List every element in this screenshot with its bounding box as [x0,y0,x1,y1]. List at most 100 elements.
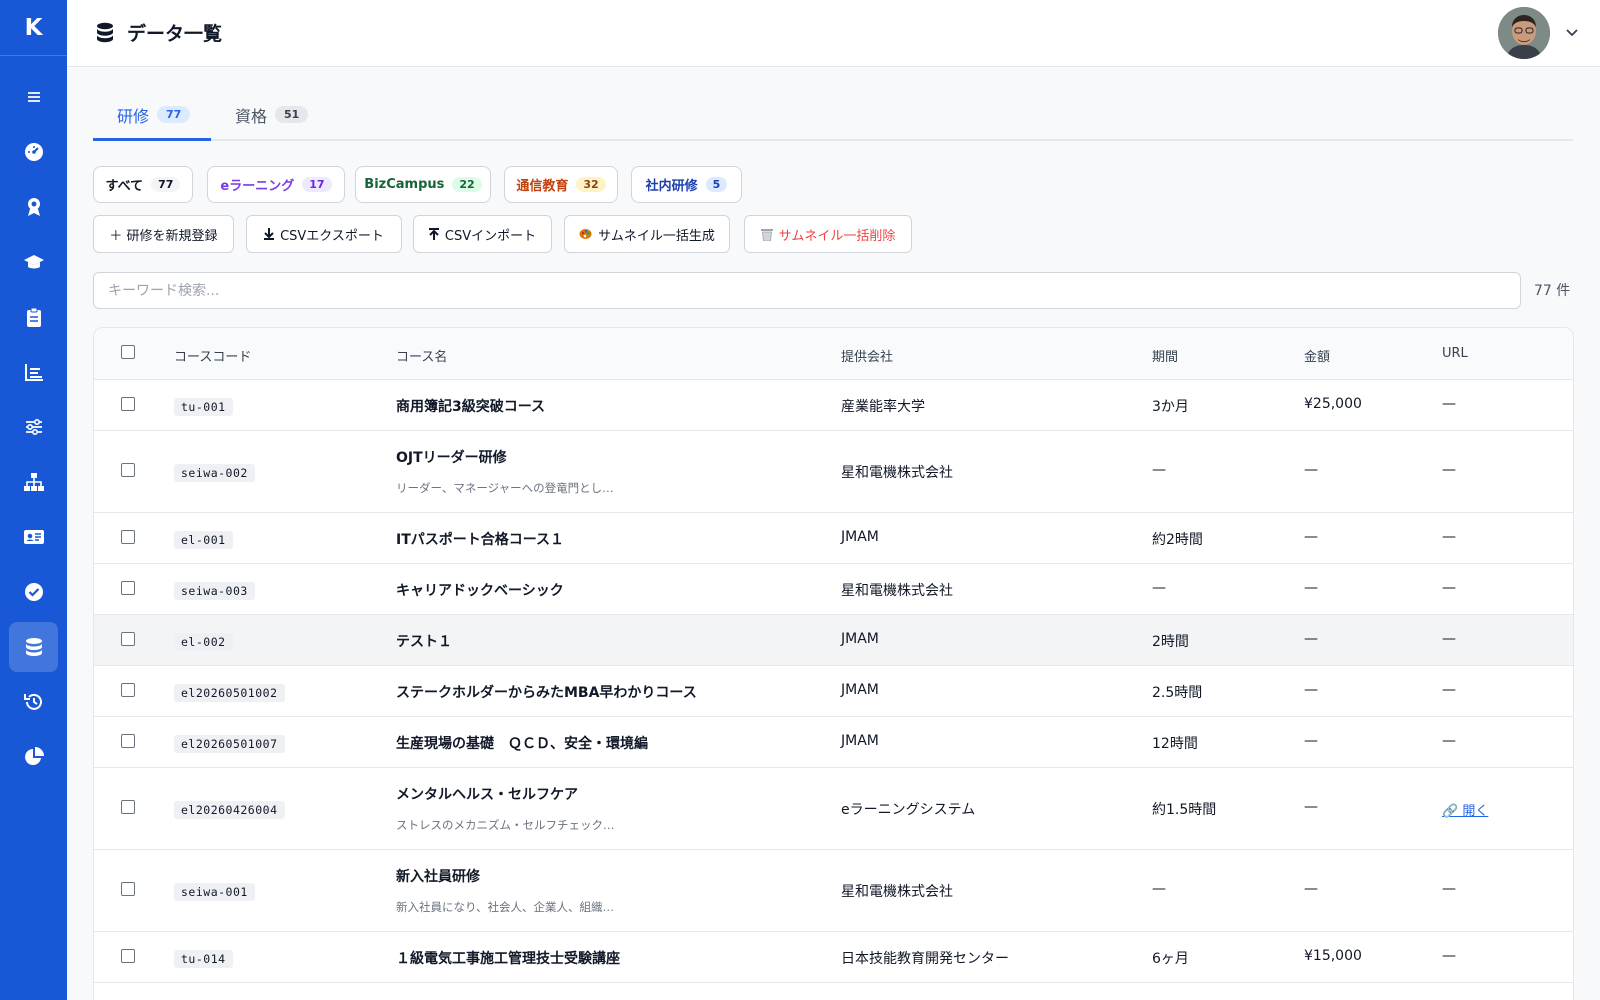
row-checkbox[interactable] [121,463,135,477]
table-row[interactable]: el20260501002 ステークホルダーからみたMBA早わかりコース JMAM 2… [94,666,1573,717]
row-checkbox[interactable] [121,882,135,896]
row-checkbox[interactable] [121,580,135,595]
table-row[interactable]: seiwa-002 OJTリーダー研修 リーダー、マネージャーへの登竜門とし… 星和電… [94,431,1573,513]
csv-import-button[interactable]: CSVインポート [413,215,552,253]
filter-label: 通信教育 [516,179,569,194]
course-name: メンタルヘルス・セルフケア [396,787,578,803]
sidebar-item-database[interactable] [9,622,58,672]
provider-company: JMAM [841,732,879,749]
button-label: サムネイル一括削除 [778,228,896,244]
table-row[interactable]: el-002 テスト１ JMAM 2時間 — — [94,615,1573,666]
filter-inhouse[interactable]: 社内研修 5 [631,166,742,203]
url: — [1442,395,1456,412]
row-checkbox[interactable] [121,631,135,646]
chevron-down-icon[interactable] [1565,25,1579,39]
provider-company: 星和電機株式会社 [841,582,953,599]
database-icon [97,22,113,43]
course-code: el-002 [174,632,233,651]
period: 約1.5時間 [1152,802,1217,818]
course-code: el20260501007 [174,734,285,753]
menu-icon [27,92,40,102]
palette-icon [579,228,592,240]
table-row[interactable]: el20260501007 生産現場の基礎 ＱＣＤ、安全・環境編 JMAM 12時間 —… [94,717,1573,768]
period: 6ヶ月 [1152,950,1189,967]
search-input[interactable] [93,272,1521,309]
main-content: 研修 77 資格 51 すべて 77 eラーニング 17 BizCampus 2… [67,67,1600,1000]
course-name: テスト１ [396,633,452,650]
price: — [1304,732,1318,749]
provider-company: eラーニングシステム [841,802,976,818]
filter-label: すべて [105,179,144,194]
dashboard-icon [24,143,43,161]
table-row[interactable]: el-001 ITパスポート合格コース１ JMAM 約2時間 — — [94,513,1573,564]
table-row[interactable]: seiwa-001 新入社員研修 新入社員になり、社会人、企業人、組織… 星和電機株式… [94,850,1573,932]
app-logo[interactable]: K [0,0,67,56]
sidebar-item-menu[interactable] [9,72,58,122]
filter-count: 22 [452,177,482,192]
filter-bizcampus[interactable]: BizCampus 22 [355,166,491,203]
filter-correspondence[interactable]: 通信教育 32 [504,166,618,203]
add-course-button[interactable]: ＋ 研修を新規登録 [93,215,234,253]
column-header-price[interactable]: 金額 [1304,346,1330,365]
filter-elearning[interactable]: eラーニング 17 [207,166,345,203]
price: — [1304,462,1318,478]
result-count: 77 件 [1534,283,1571,299]
table-row[interactable]: el20260426004 メンタルヘルス・セルフケア ストレスのメカニズム・セルフ… [94,768,1573,850]
row-checkbox[interactable] [121,800,135,814]
provider-company: 産業能率大学 [841,398,925,415]
csv-export-button[interactable]: CSVエクスポート [246,215,402,253]
course-name: ITパスポート合格コース１ [396,531,565,548]
check-circle-icon [24,583,43,601]
course-description: 新入社員になり、社会人、企業人、組織… [396,900,615,914]
table-row[interactable]: tu-014 １級電気工事施工管理技士受験講座 日本技能教育開発センター 6ヶ月 ¥15… [94,932,1573,983]
sidebar-item-clipboard[interactable] [9,292,58,342]
sidebar-item-pie-chart[interactable] [9,732,58,782]
sidebar-item-id-card[interactable] [9,512,58,562]
column-header-url[interactable]: URL [1442,346,1468,361]
column-header-code[interactable]: コースコード [174,346,251,365]
sidebar-item-sliders[interactable] [9,402,58,452]
row-checkbox[interactable] [121,733,135,748]
period: 2.5時間 [1152,684,1203,701]
url: — [1442,462,1456,478]
delete-thumbnails-button[interactable]: サムネイル一括削除 [744,215,912,253]
url: — [1442,579,1456,596]
price: — [1304,799,1318,815]
filter-count: 5 [705,177,728,192]
sidebar: K [0,0,67,1000]
course-code: seiwa-001 [174,883,255,901]
open-url-link[interactable]: 🔗 開く [1442,800,1488,819]
avatar[interactable] [1498,7,1550,59]
select-all-checkbox[interactable] [121,345,135,359]
period: — [1152,579,1166,596]
row-checkbox[interactable] [121,529,135,544]
sidebar-item-history[interactable] [9,677,58,727]
sidebar-item-bar-chart[interactable] [9,347,58,397]
row-checkbox[interactable] [121,948,135,963]
sidebar-item-graduation-cap[interactable] [9,237,58,287]
filter-all[interactable]: すべて 77 [93,166,193,203]
tab-qualifications[interactable]: 資格 51 [235,97,335,141]
generate-thumbnails-button[interactable]: サムネイル一括生成 [564,215,730,253]
course-description: ストレスのメカニズム・セルフチェック… [396,818,615,832]
column-header-name[interactable]: コース名 [396,346,447,365]
url: — [1442,732,1456,749]
column-header-period[interactable]: 期間 [1152,346,1178,365]
table-row[interactable]: tu-001 商用簿記3級突破コース 産業能率大学 3か月 ¥25,000 — [94,380,1573,431]
button-label: ＋ 研修を新規登録 [109,228,218,244]
top-bar: データ一覧 [67,0,1600,67]
sidebar-item-award[interactable] [9,182,58,232]
sidebar-item-dashboard[interactable] [9,127,58,177]
row-checkbox[interactable] [121,682,135,697]
tab-training[interactable]: 研修 77 [93,97,211,141]
url: — [1442,881,1456,897]
row-checkbox[interactable] [121,396,135,411]
filter-label: eラーニング [220,179,295,194]
sidebar-item-org-chart[interactable] [9,457,58,507]
button-label: サムネイル一括生成 [598,228,715,244]
sidebar-item-check-circle[interactable] [9,567,58,617]
column-header-company[interactable]: 提供会社 [841,346,893,365]
url: — [1442,528,1456,545]
table-row[interactable]: seiwa-003 キャリアドックベーシック 星和電機株式会社 — — — [94,564,1573,615]
url: — [1442,630,1456,647]
